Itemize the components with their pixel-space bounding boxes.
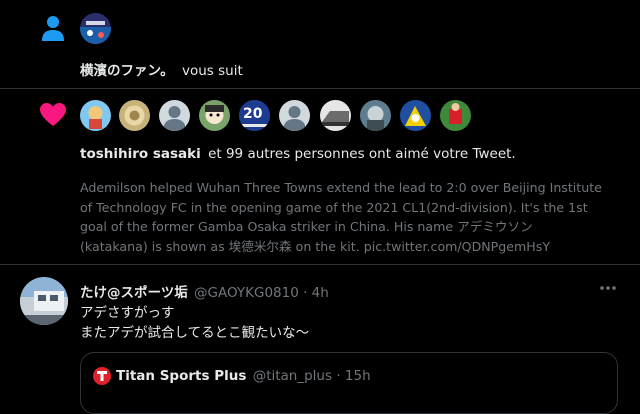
heart-icon <box>40 103 66 126</box>
liker-avatar-6[interactable] <box>279 100 310 131</box>
liker-avatar-8[interactable] <box>360 100 391 131</box>
liker-avatar-3[interactable] <box>159 100 190 131</box>
reply-text: アデさすがっす またアデが試合してるとこ観たいな〜 <box>80 303 309 343</box>
liker-name[interactable]: toshihiro sasaki <box>80 146 201 162</box>
tweet-line: (katakana) is shown as 埃德米尔森 on the kit.… <box>80 238 551 254</box>
like-summary-text: et 99 autres personnes ont aimé votre Tw… <box>208 146 516 162</box>
reply-display-name[interactable]: たけ@スポーツ垢 <box>80 285 188 301</box>
follow-notification[interactable]: 横濱のファン。 vous suit <box>0 0 640 88</box>
liker-avatar-1[interactable] <box>80 100 111 131</box>
quoted-handle[interactable]: @titan_plus <box>253 368 332 384</box>
reply-time[interactable]: · 4h <box>303 285 329 301</box>
tweet-line: goal of the former Gamba Osaka striker i… <box>80 219 533 234</box>
reply-line: アデさすがっす <box>80 305 175 321</box>
more-dots-icon[interactable] <box>599 285 617 291</box>
reply-handle[interactable]: @GAOYKG0810 <box>194 285 299 301</box>
liker-avatar-4[interactable] <box>199 100 230 131</box>
tweet-line: Ademilson helped Wuhan Three Towns exten… <box>80 180 602 195</box>
liked-tweet-text[interactable]: Ademilson helped Wuhan Three Towns exten… <box>80 178 602 256</box>
tweet-line: of Technology FC in the opening game of … <box>80 199 588 215</box>
follow-action-text: vous suit <box>182 63 243 79</box>
liker-avatar-10[interactable] <box>440 100 471 131</box>
quoted-tweet[interactable]: Titan Sports Plus @titan_plus · 15h <box>80 352 618 414</box>
reply-line: またアデが試合してるとこ観たいな〜 <box>80 325 310 341</box>
quoted-avatar-logo[interactable] <box>93 367 111 385</box>
person-icon <box>42 16 64 41</box>
liker-avatar-5[interactable]: 20 <box>239 100 270 131</box>
liker-avatar-7[interactable] <box>320 100 351 131</box>
follower-name[interactable]: 横濱のファン。 <box>80 63 174 79</box>
quoted-time[interactable]: · 15h <box>336 368 370 384</box>
follower-avatar[interactable] <box>80 13 111 44</box>
jersey-number-badge: 20 <box>243 106 263 122</box>
reply-author-avatar[interactable] <box>20 277 68 325</box>
liker-avatar-2[interactable] <box>119 100 150 131</box>
liker-avatar-9[interactable] <box>400 100 431 131</box>
quoted-display-name[interactable]: Titan Sports Plus <box>116 368 246 384</box>
